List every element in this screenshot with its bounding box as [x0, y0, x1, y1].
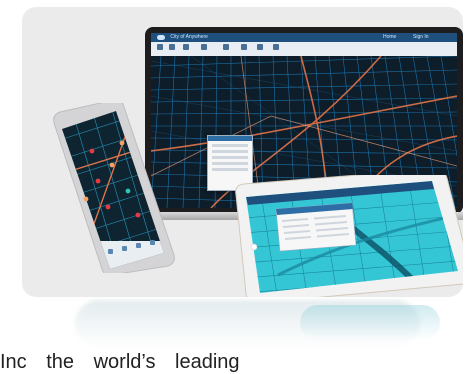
tablet-device: [235, 175, 463, 297]
popup-header: [208, 136, 252, 141]
toolbar-tool-icon[interactable]: [257, 44, 263, 50]
tablet-home-button[interactable]: [250, 243, 258, 251]
popup-field: [212, 150, 248, 153]
product-image-card: City of Anywhere Home Sign In: [22, 7, 463, 297]
laptop-toolbar: [151, 42, 457, 56]
popup-field: [212, 144, 248, 147]
toolbar-tool-icon[interactable]: [169, 44, 175, 50]
laptop-app-bar: City of Anywhere Home Sign In: [151, 33, 457, 42]
toolbar-tool-icon[interactable]: [273, 44, 279, 50]
popup-field: [212, 168, 248, 171]
popup-field: [212, 156, 248, 159]
laptop-app-title: City of Anywhere: [170, 34, 208, 40]
laptop-sign-in-link[interactable]: Sign In: [413, 33, 429, 42]
caption-text: Inc the world’s leading: [0, 351, 240, 373]
tablet-reflection: [300, 305, 440, 340]
toolbar-tool-icon[interactable]: [241, 44, 247, 50]
cloud-logo-icon: [157, 35, 165, 40]
toolbar-tool-icon[interactable]: [157, 44, 163, 50]
laptop-home-link[interactable]: Home: [383, 33, 396, 42]
toolbar-tool-icon[interactable]: [201, 44, 207, 50]
tablet-info-popup: [275, 202, 357, 252]
smartphone-device: [53, 103, 175, 273]
popup-field: [212, 162, 248, 165]
toolbar-tool-icon[interactable]: [183, 44, 189, 50]
toolbar-tool-icon[interactable]: [223, 44, 229, 50]
